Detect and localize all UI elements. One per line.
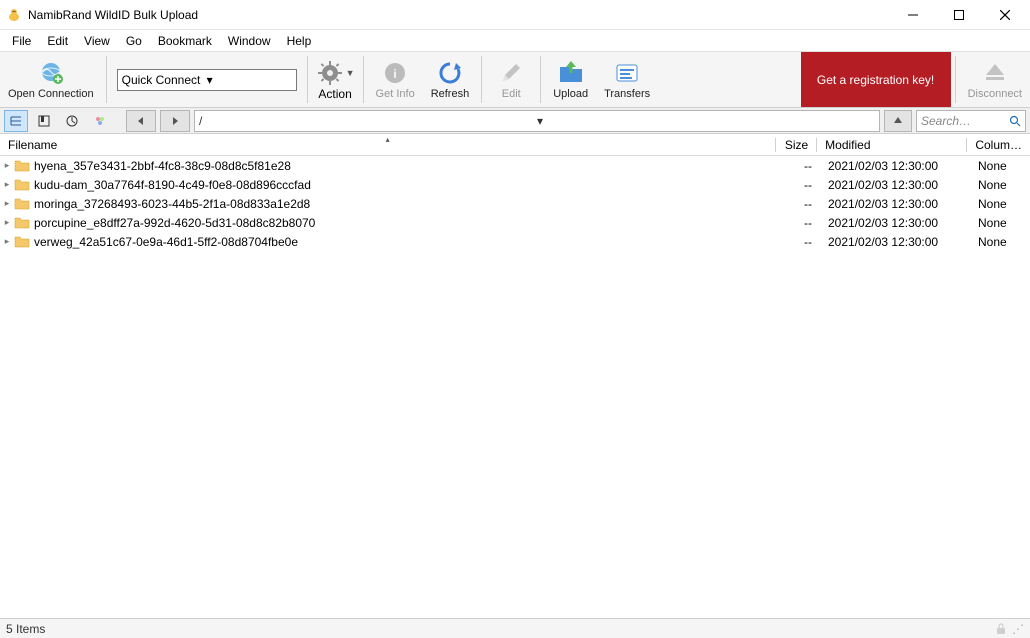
table-row[interactable]: ▸ verweg_42a51c67-0e9a-46d1-5ff2-08d8704…	[0, 232, 1030, 251]
file-name: porcupine_e8dff27a-992d-4620-5d31-08d8c8…	[34, 216, 780, 230]
app-icon	[6, 7, 22, 23]
status-items: 5 Items	[6, 622, 45, 636]
view-bonjour-button[interactable]	[88, 110, 112, 132]
back-button[interactable]	[126, 110, 156, 132]
title-bar: NamibRand WildID Bulk Upload	[0, 0, 1030, 30]
expand-icon[interactable]: ▸	[0, 179, 14, 190]
menu-go[interactable]: Go	[118, 30, 150, 51]
folder-icon	[14, 197, 30, 211]
upload-icon	[557, 59, 585, 87]
open-connection-button[interactable]: Open Connection	[0, 52, 102, 107]
resize-grip-icon[interactable]: ⋰	[1012, 622, 1024, 636]
file-name: hyena_357e3431-2bbf-4fc8-38c9-08d8c5f81e…	[34, 159, 780, 173]
get-info-button[interactable]: i Get Info	[368, 52, 423, 107]
file-column: None	[970, 159, 1030, 173]
sort-ascending-icon: ▴	[386, 135, 390, 144]
file-size: --	[780, 216, 820, 230]
table-row[interactable]: ▸ porcupine_e8dff27a-992d-4620-5d31-08d8…	[0, 213, 1030, 232]
file-modified: 2021/02/03 12:30:00	[820, 216, 970, 230]
menu-bar: File Edit View Go Bookmark Window Help	[0, 30, 1030, 52]
transfers-icon	[613, 59, 641, 87]
refresh-icon	[436, 59, 464, 87]
svg-text:i: i	[393, 67, 396, 81]
file-name: verweg_42a51c67-0e9a-46d1-5ff2-08d8704fb…	[34, 235, 780, 249]
table-row[interactable]: ▸ kudu-dam_30a7764f-8190-4c49-f0e8-08d89…	[0, 175, 1030, 194]
close-button[interactable]	[982, 0, 1028, 30]
view-bookmarks-button[interactable]	[32, 110, 56, 132]
column-header-row: Filename ▴ Size Modified Colum…	[0, 134, 1030, 156]
gear-icon	[316, 59, 344, 87]
go-up-button[interactable]	[884, 110, 912, 132]
nav-toolbar: / ▾ Search…	[0, 108, 1030, 134]
folder-icon	[14, 159, 30, 173]
minimize-button[interactable]	[890, 0, 936, 30]
file-modified: 2021/02/03 12:30:00	[820, 197, 970, 211]
lock-icon	[996, 623, 1006, 635]
file-column: None	[970, 216, 1030, 230]
upload-button[interactable]: Upload	[545, 52, 596, 107]
globe-icon	[37, 59, 65, 87]
file-size: --	[780, 159, 820, 173]
file-modified: 2021/02/03 12:30:00	[820, 178, 970, 192]
search-icon	[1009, 115, 1021, 127]
forward-button[interactable]	[160, 110, 190, 132]
menu-edit[interactable]: Edit	[39, 30, 76, 51]
file-modified: 2021/02/03 12:30:00	[820, 159, 970, 173]
column-size[interactable]: Size	[776, 134, 816, 155]
file-name: moringa_37268493-6023-44b5-2f1a-08d833a1…	[34, 197, 780, 211]
menu-file[interactable]: File	[4, 30, 39, 51]
chevron-down-icon: ▾	[207, 73, 292, 87]
expand-icon[interactable]: ▸	[0, 198, 14, 209]
search-input[interactable]: Search…	[916, 110, 1026, 132]
table-row[interactable]: ▸ moringa_37268493-6023-44b5-2f1a-08d833…	[0, 194, 1030, 213]
quick-connect-combo[interactable]: Quick Connect ▾	[117, 69, 297, 91]
info-icon: i	[381, 59, 409, 87]
file-modified: 2021/02/03 12:30:00	[820, 235, 970, 249]
menu-view[interactable]: View	[76, 30, 118, 51]
eject-icon	[981, 59, 1009, 87]
edit-button[interactable]: Edit	[486, 52, 536, 107]
column-extra[interactable]: Colum…	[967, 134, 1030, 155]
file-column: None	[970, 197, 1030, 211]
expand-icon[interactable]: ▸	[0, 160, 14, 171]
expand-icon[interactable]: ▸	[0, 236, 14, 247]
chevron-down-icon: ▼	[346, 68, 355, 78]
pencil-icon	[497, 59, 525, 87]
folder-icon	[14, 216, 30, 230]
status-bar: 5 Items ⋰	[0, 618, 1030, 638]
chevron-down-icon: ▾	[537, 114, 875, 128]
menu-bookmark[interactable]: Bookmark	[150, 30, 220, 51]
view-tree-button[interactable]	[4, 110, 28, 132]
registration-key-button[interactable]: Get a registration key!	[801, 52, 951, 107]
column-modified[interactable]: Modified	[817, 134, 966, 155]
expand-icon[interactable]: ▸	[0, 217, 14, 228]
file-list[interactable]: ▸ hyena_357e3431-2bbf-4fc8-38c9-08d8c5f8…	[0, 156, 1030, 618]
refresh-button[interactable]: Refresh	[423, 52, 478, 107]
column-filename[interactable]: Filename ▴	[0, 134, 775, 155]
file-size: --	[780, 178, 820, 192]
table-row[interactable]: ▸ hyena_357e3431-2bbf-4fc8-38c9-08d8c5f8…	[0, 156, 1030, 175]
action-button[interactable]: ▼ Action	[312, 52, 359, 107]
path-combo[interactable]: / ▾	[194, 110, 880, 132]
file-size: --	[780, 197, 820, 211]
file-column: None	[970, 235, 1030, 249]
folder-icon	[14, 178, 30, 192]
file-name: kudu-dam_30a7764f-8190-4c49-f0e8-08d896c…	[34, 178, 780, 192]
file-size: --	[780, 235, 820, 249]
folder-icon	[14, 235, 30, 249]
file-column: None	[970, 178, 1030, 192]
menu-window[interactable]: Window	[220, 30, 279, 51]
window-title: NamibRand WildID Bulk Upload	[28, 8, 890, 22]
menu-help[interactable]: Help	[279, 30, 320, 51]
main-toolbar: Open Connection Quick Connect ▾ ▼ Action…	[0, 52, 1030, 108]
view-history-button[interactable]	[60, 110, 84, 132]
transfers-button[interactable]: Transfers	[596, 52, 658, 107]
disconnect-button[interactable]: Disconnect	[960, 52, 1030, 107]
maximize-button[interactable]	[936, 0, 982, 30]
